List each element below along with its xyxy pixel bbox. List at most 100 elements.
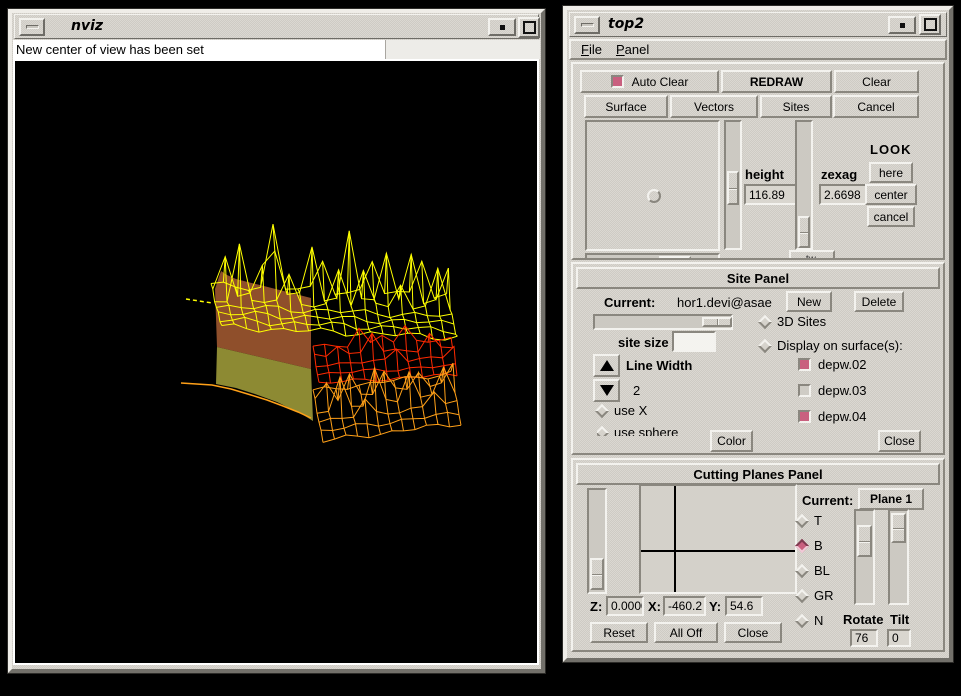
rotate-label: Rotate [843,612,883,627]
view-x-slider[interactable] [585,253,720,260]
minimize-icon [900,23,905,28]
plane-option-label: T [814,513,822,528]
3d-scene [15,61,537,663]
menu-panel[interactable]: Panel [612,40,653,59]
redraw-button[interactable]: REDRAW [721,70,832,93]
view-position-puck[interactable] [647,189,661,203]
3d-sites-radio[interactable] [758,314,772,328]
render-canvas[interactable] [13,59,539,665]
look-label: LOOK [870,142,912,157]
auto-clear-checkbox[interactable] [611,75,624,88]
surface-option-depw.03[interactable]: depw.03 [798,383,938,398]
tilt-slider-handle[interactable] [891,513,906,543]
auto-clear-button[interactable]: Auto Clear [580,70,719,93]
rotate-slider[interactable] [854,509,875,605]
y-input[interactable]: 54.6 [725,596,763,616]
surface-checkbox[interactable] [798,358,811,371]
twist-widget-clipped[interactable]: tw. [789,250,835,260]
use-sphere-radio[interactable] [597,425,609,436]
plane-option-GR[interactable]: GR [797,588,857,603]
maximize-button[interactable] [919,14,941,35]
window-menu-button[interactable] [19,18,45,36]
line-width-up-button[interactable] [593,354,620,377]
surface-checkbox-label: depw.02 [818,357,866,372]
surface-button[interactable]: Surface [584,95,668,118]
plane-option-radio[interactable] [795,538,809,552]
surface-option-depw.02[interactable]: depw.02 [798,357,938,372]
site-close-button[interactable]: Close [878,430,921,452]
plane-close-button[interactable]: Close [724,622,782,643]
3d-sites-option[interactable]: 3D Sites [760,314,826,329]
window-menu-button[interactable] [574,16,600,34]
top2-titlebar[interactable]: top2 [569,12,947,37]
use-x-label: use X [614,403,647,418]
height-slider-handle[interactable] [727,171,739,205]
y-label: Y: [709,599,721,614]
arrow-down-icon [600,385,614,396]
nviz-titlebar[interactable]: nviz [14,14,539,39]
plane-z-slider-handle[interactable] [590,558,604,590]
plane-option-T[interactable]: T [797,513,857,528]
minimize-button[interactable] [888,16,916,34]
use-x-option[interactable]: use X [597,403,647,418]
z-label: Z: [590,599,602,614]
plane-reset-button[interactable]: Reset [590,622,648,643]
display-on-surfaces-option[interactable]: Display on surface(s): [760,338,903,353]
line-width-label: Line Width [626,358,692,373]
status-bar-spacer [385,40,540,59]
site-color-button[interactable]: Color [710,430,753,452]
maximize-button[interactable] [518,17,540,38]
use-x-radio[interactable] [595,403,609,417]
rotate-slider-handle[interactable] [857,525,872,557]
tilt-input[interactable]: 0 [887,629,911,647]
site-size-slider[interactable] [593,314,733,330]
surface-checkbox[interactable] [798,410,811,423]
z-input[interactable]: 0.0000 [606,596,644,616]
new-site-button[interactable]: New [786,291,832,312]
crosshair-horizontal [641,550,795,552]
rotate-input[interactable]: 76 [850,629,878,647]
zexag-slider-handle[interactable] [798,216,810,248]
vectors-button[interactable]: Vectors [670,95,758,118]
nviz-window: nviz New center of view has been set [8,9,545,673]
use-sphere-option-clipped[interactable]: use sphere [597,425,717,436]
sites-button[interactable]: Sites [760,95,832,118]
plane-option-radio[interactable] [795,513,809,527]
tilt-slider[interactable] [888,509,909,605]
plane-option-radio[interactable] [795,563,809,577]
site-size-slider-handle[interactable] [702,317,732,327]
minimize-button[interactable] [488,18,516,36]
plane-option-B[interactable]: B [797,538,857,553]
window-title: nviz [71,18,103,34]
surface-checkbox[interactable] [798,384,811,397]
plane-option-BL[interactable]: BL [797,563,857,578]
top2-window: top2 File Panel Auto Clear REDRAW Clear S… [563,6,953,662]
plane-all-off-button[interactable]: All Off [654,622,718,643]
menu-file[interactable]: File [577,40,606,59]
plane-option-radio[interactable] [795,613,809,627]
delete-site-button[interactable]: Delete [854,291,904,312]
plane-position-panel[interactable] [639,484,797,594]
cancel-button[interactable]: Cancel [833,95,919,118]
x-label: X: [648,599,661,614]
use-sphere-label: use sphere [614,425,678,436]
display-on-surfaces-label: Display on surface(s): [777,338,903,353]
height-slider[interactable] [724,120,742,250]
plane-option-radio[interactable] [795,588,809,602]
plane-z-slider[interactable] [587,488,607,594]
display-on-surfaces-radio[interactable] [758,338,772,352]
clear-button[interactable]: Clear [834,70,919,93]
line-width-down-button[interactable] [593,379,620,402]
view-x-slider-handle[interactable] [659,256,691,260]
auto-clear-label: Auto Clear [632,75,689,89]
view-position-panel[interactable] [585,120,720,251]
look-center-button[interactable]: center [865,184,917,205]
zexag-slider[interactable] [795,120,813,250]
surface-option-depw.04[interactable]: depw.04 [798,409,938,424]
x-input[interactable]: -460.2 [663,596,706,616]
plane-select-button[interactable]: Plane 1 [858,488,924,510]
window-menu-icon [581,23,594,27]
site-size-input[interactable] [672,331,716,352]
look-here-button[interactable]: here [869,162,913,183]
look-cancel-button[interactable]: cancel [867,206,915,227]
